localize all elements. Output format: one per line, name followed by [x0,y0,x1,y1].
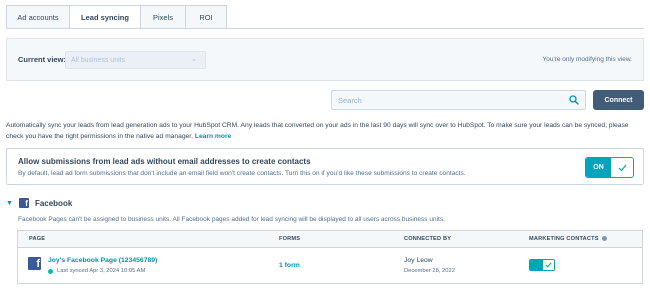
tab-bar: Ad accounts Lead syncing Pixels ROI [6,5,227,29]
table-header: PAGE FORMS CONNECTED BY MARKETING CONTAC… [18,231,642,248]
forms-link[interactable]: 1 form [279,262,300,269]
lead-sync-description: Automatically sync your leads from lead … [6,120,646,142]
chevron-down-icon: ⌄ [191,56,197,63]
chevron-down-icon[interactable]: ▼ [6,200,13,207]
tab-divider [6,28,644,29]
current-view-label: Current view: [18,55,66,64]
view-note: You're only modifying this view. [542,56,632,63]
tab-lead-syncing[interactable]: Lead syncing [69,5,141,29]
column-header-page: PAGE [29,236,46,242]
facebook-pages-table: PAGE FORMS CONNECTED BY MARKETING CONTAC… [17,230,643,284]
current-view-panel: Current view: All business units ⌄ You'r… [6,38,644,81]
facebook-section-header[interactable]: ▼ f Facebook [6,197,72,209]
allow-submissions-panel: Allow submissions from lead ads without … [6,148,644,185]
marketing-contacts-label: MARKETING CONTACTS [529,236,599,242]
column-header-marketing-contacts: MARKETING CONTACTS [529,236,608,242]
connect-button[interactable]: Connect [593,90,644,110]
search-field [331,90,586,110]
page-name-link[interactable]: Joy's Facebook Page (123456789) [48,257,157,264]
tab-roi[interactable]: ROI [185,5,227,29]
check-icon [611,158,633,177]
table-row: f Joy's Facebook Page (123456789) Last s… [18,248,642,284]
facebook-title: Facebook [34,198,73,208]
toggle-on-fill [530,260,543,270]
column-header-connected-by: CONNECTED BY [404,236,452,242]
allow-submissions-toggle[interactable]: ON [585,157,634,178]
facebook-icon: f [18,198,29,208]
description-text: Automatically sync your leads from lead … [6,122,629,140]
facebook-note: Facebook Pages can't be assigned to busi… [18,216,445,223]
marketing-contacts-toggle[interactable] [529,259,555,271]
info-icon[interactable] [602,236,608,242]
allow-submissions-title: Allow submissions from lead ads without … [18,157,311,166]
check-icon [543,260,554,270]
last-synced-text: Last synced Apr 3, 2024 10:05 AM [57,268,146,274]
connected-by-name: Joy Leow [404,257,433,264]
status-dot-icon [48,268,53,274]
toggle-on-label: ON [586,158,611,177]
column-header-forms: FORMS [279,236,301,242]
search-icon[interactable] [569,95,579,107]
connected-date: December 28, 2022 [404,268,455,274]
facebook-page-icon: f [28,257,41,270]
search-input[interactable] [332,91,552,109]
business-unit-select-value: All business units [71,56,126,64]
business-unit-select[interactable]: All business units ⌄ [65,51,206,69]
tab-ad-accounts[interactable]: Ad accounts [6,5,70,29]
tab-pixels[interactable]: Pixels [140,5,186,29]
allow-submissions-subtitle: By default, lead ad form submissions tha… [18,170,466,177]
last-synced-status: Last synced Apr 3, 2024 10:05 AM [48,268,145,274]
learn-more-link[interactable]: Learn more [195,133,231,140]
